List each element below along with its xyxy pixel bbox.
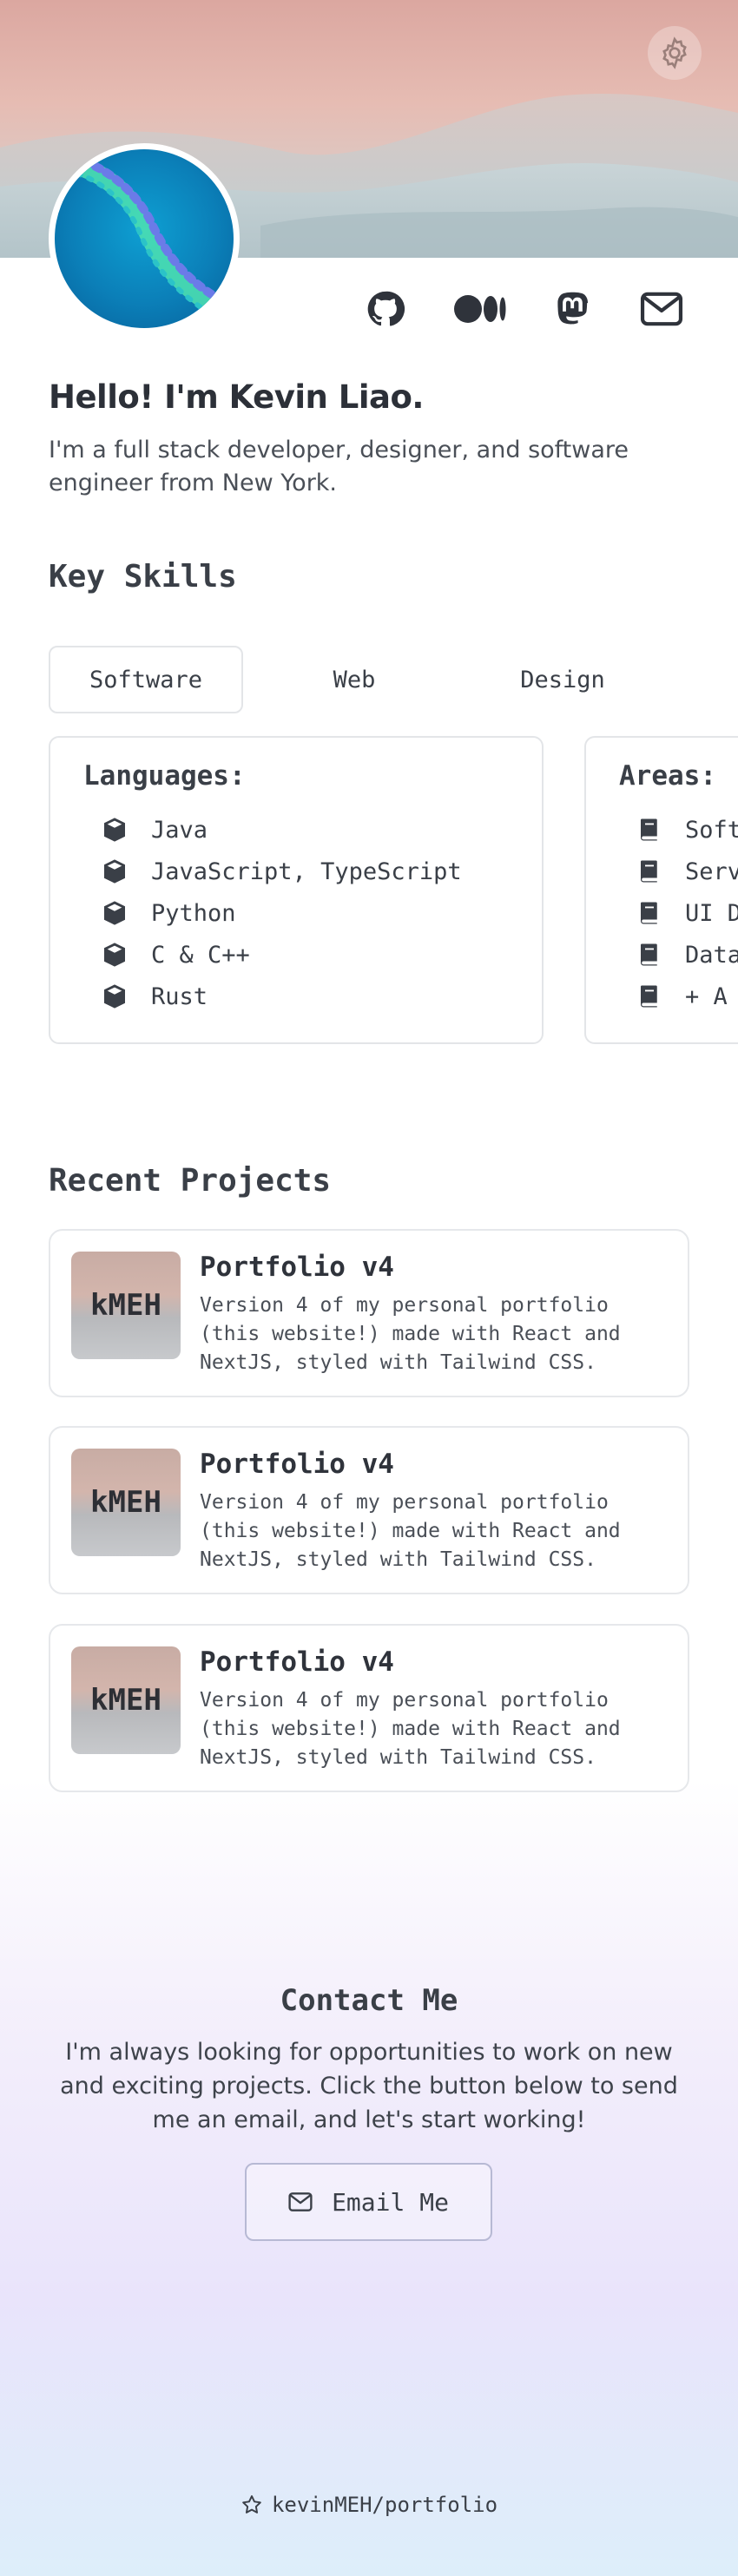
github-link[interactable]	[363, 286, 408, 332]
book-icon	[641, 985, 657, 1008]
tab-web[interactable]: Web	[257, 646, 451, 713]
medium-link[interactable]	[453, 286, 507, 332]
email-link[interactable]	[639, 286, 684, 332]
project-title: Portfolio v4	[200, 1449, 394, 1480]
tab-software[interactable]: Software	[49, 646, 243, 713]
settings-button[interactable]	[648, 26, 702, 80]
tab-design[interactable]: Design	[465, 646, 660, 713]
project-title: Portfolio v4	[200, 1252, 394, 1283]
mastodon-icon	[557, 292, 589, 325]
cube-icon	[104, 859, 125, 884]
cube-icon	[104, 901, 125, 925]
project-description: Version 4 of my personal portfolio (this…	[200, 1689, 621, 1769]
star-icon	[242, 2495, 261, 2514]
skill-item-label: JavaScript, TypeScript	[151, 858, 462, 885]
skill-item: Soft	[636, 812, 738, 847]
skill-item: Rust	[101, 979, 208, 1014]
skill-item: Python	[101, 896, 236, 930]
key-skills-title: Key Skills	[49, 559, 237, 595]
project-card[interactable]: kMEH Portfolio v4 Version 4 of my person…	[49, 1624, 689, 1792]
skill-item: Data	[636, 937, 738, 972]
footer-repo-label: kevinMEH/portfolio	[271, 2493, 498, 2517]
footer-repo-link[interactable]: kevinMEH/portfolio	[0, 2493, 738, 2517]
mail-icon	[288, 2192, 313, 2211]
skill-item: Java	[101, 812, 208, 847]
cube-icon	[104, 984, 125, 1009]
skill-card-languages: Languages: Java JavaScript, TypeScript P…	[49, 736, 544, 1044]
project-description: Version 4 of my personal portfolio (this…	[200, 1491, 621, 1571]
project-card[interactable]: kMEH Portfolio v4 Version 4 of my person…	[49, 1229, 689, 1397]
skill-item-label: UI D	[685, 899, 738, 927]
email-me-label: Email Me	[332, 2187, 449, 2217]
skill-item-label: Java	[151, 816, 208, 844]
skill-item-label: + A	[685, 982, 728, 1010]
skill-item: + A	[636, 979, 728, 1014]
cube-icon	[104, 943, 125, 967]
project-description: Version 4 of my personal portfolio (this…	[200, 1294, 621, 1374]
skill-card-heading: Areas:	[619, 760, 716, 792]
cube-icon	[104, 818, 125, 842]
bio-text: I'm a full stack developer, designer, an…	[49, 437, 629, 496]
avatar-spiral-image	[71, 157, 217, 311]
github-icon	[367, 291, 405, 326]
project-thumbnail: kMEH	[71, 1252, 181, 1359]
medium-icon	[454, 295, 506, 323]
skill-item-label: Rust	[151, 982, 208, 1010]
skill-card-areas: Areas: Soft Serv UI D Data + A	[584, 736, 738, 1044]
project-title: Portfolio v4	[200, 1646, 394, 1678]
contact-title: Contact Me	[280, 1983, 458, 2018]
skill-item-label: C & C++	[151, 941, 250, 969]
skill-item: Serv	[636, 854, 738, 889]
project-card[interactable]: kMEH Portfolio v4 Version 4 of my person…	[49, 1426, 689, 1594]
book-icon	[641, 860, 657, 883]
skill-item-label: Python	[151, 899, 236, 927]
gear-icon	[662, 36, 687, 69]
project-thumbnail: kMEH	[71, 1449, 181, 1556]
skill-item: C & C++	[101, 937, 250, 972]
avatar	[49, 143, 240, 334]
book-icon	[641, 818, 657, 841]
project-thumbnail: kMEH	[71, 1646, 181, 1754]
skill-item-label: Serv	[685, 858, 738, 885]
skill-item-label: Soft	[685, 816, 738, 844]
book-icon	[641, 902, 657, 924]
recent-projects-title: Recent Projects	[49, 1163, 332, 1199]
book-icon	[641, 943, 657, 966]
skill-item: JavaScript, TypeScript	[101, 854, 462, 889]
mail-icon	[640, 292, 683, 326]
greeting-heading: Hello! I'm Kevin Liao.	[49, 378, 424, 416]
mastodon-link[interactable]	[550, 286, 596, 332]
skill-card-heading: Languages:	[83, 760, 246, 792]
contact-text: I'm always looking for opportunities to …	[60, 2039, 678, 2133]
email-me-button[interactable]: Email Me	[245, 2163, 492, 2241]
skill-item-label: Data	[685, 941, 738, 969]
skill-item: UI D	[636, 896, 738, 930]
